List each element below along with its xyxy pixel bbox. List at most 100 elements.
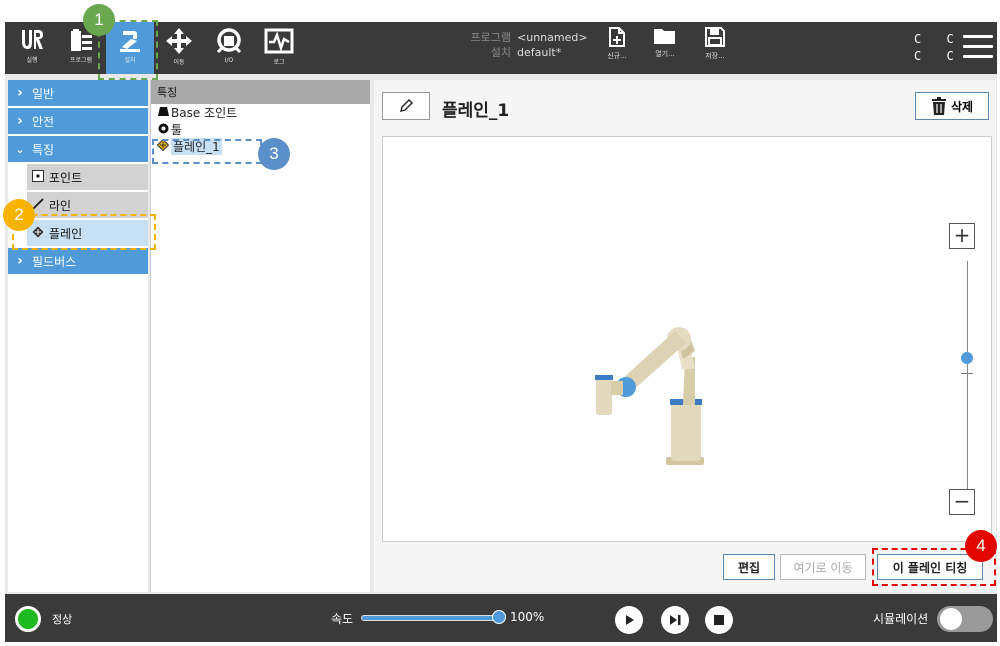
control-indicator: C C C C	[914, 31, 963, 65]
status-text: 정상	[52, 613, 73, 626]
save-label: 저장...	[705, 52, 725, 60]
program-value: <unnamed>	[517, 31, 588, 44]
nav-log-button[interactable]: 로그	[255, 22, 303, 74]
chevron-right-icon: ›	[17, 253, 23, 269]
trash-icon	[931, 97, 946, 115]
tree-item-label: 툴	[171, 123, 183, 137]
top-toolbar: 실행 프로그램 설치 이동 I/O 로그 프로그램 <unnamed> 설치 d…	[5, 22, 997, 74]
open-button[interactable]: 열기...	[645, 26, 685, 70]
move-here-button[interactable]: 여기로 이동	[780, 554, 866, 580]
hamburger-icon	[963, 35, 993, 38]
sidebar: › 일반 › 안전 ⌄ 특징 포인트 라인 플레인 › 필드버스	[8, 80, 148, 592]
installation-value: default*	[517, 46, 562, 59]
nav-installation-label: 설치	[124, 57, 136, 64]
robot-arm-model	[595, 327, 704, 465]
simulation-toggle[interactable]	[937, 606, 993, 632]
nav-io-label: I/O	[224, 57, 234, 64]
app-window: 실행 프로그램 설치 이동 I/O 로그 프로그램 <unnamed> 설치 d…	[0, 0, 1000, 646]
sidebar-item-label: 필드버스	[32, 254, 77, 269]
pencil-icon	[400, 99, 413, 112]
ur-logo-icon	[22, 30, 43, 49]
edit-button[interactable]: 편집	[723, 554, 775, 580]
sidebar-item-general[interactable]: › 일반	[8, 80, 148, 106]
point-icon	[27, 169, 49, 185]
tree-item-tool[interactable]: 툴	[151, 121, 370, 138]
save-button[interactable]: 저장...	[695, 26, 735, 70]
sidebar-subitem-label: 플레인	[49, 226, 83, 241]
new-file-label: 신규...	[607, 52, 627, 60]
3d-robot-view[interactable]: + −	[382, 136, 992, 542]
speed-slider-handle[interactable]	[492, 610, 506, 624]
cc-top: C C	[914, 32, 963, 46]
play-icon	[626, 615, 634, 625]
chevron-right-icon: ›	[17, 113, 23, 129]
delete-label: 삭제	[950, 99, 974, 114]
step-button[interactable]	[661, 606, 689, 634]
tree-item-base-joint[interactable]: Base 조인트	[151, 104, 370, 121]
feature-tree-header: 특징	[151, 80, 370, 104]
sidebar-subitem-line[interactable]: 라인	[27, 192, 148, 218]
plane-icon	[155, 138, 171, 154]
open-folder-icon	[654, 29, 675, 44]
stop-button[interactable]	[705, 606, 733, 634]
speed-label: 속도	[331, 612, 354, 626]
zoom-slider-handle[interactable]	[961, 352, 973, 364]
tree-item-label: 플레인_1	[171, 138, 222, 155]
sidebar-item-label: 특징	[32, 142, 55, 157]
menu-button[interactable]	[963, 35, 993, 59]
new-file-icon	[609, 27, 625, 47]
io-icon	[216, 28, 242, 54]
rename-button[interactable]	[382, 92, 430, 120]
sidebar-item-label: 안전	[32, 114, 55, 129]
nav-log-label: 로그	[273, 59, 285, 66]
stop-icon	[714, 615, 724, 625]
sidebar-item-fieldbus[interactable]: › 필드버스	[8, 248, 148, 274]
zoom-slider-tick	[961, 373, 973, 374]
nav-move-button[interactable]: 이동	[155, 22, 203, 74]
base-icon	[155, 106, 171, 119]
page-title: 플레인_1	[442, 101, 510, 121]
toggle-knob	[940, 608, 962, 630]
save-icon	[705, 27, 725, 47]
nav-installation-button[interactable]: 설치	[106, 22, 154, 74]
sidebar-item-safety[interactable]: › 안전	[8, 108, 148, 134]
play-button[interactable]	[615, 606, 643, 634]
program-key: 프로그램	[470, 31, 511, 44]
chevron-right-icon: ›	[17, 85, 23, 101]
zoom-slider-track[interactable]	[967, 261, 968, 489]
installation-key: 설치	[490, 46, 511, 59]
nav-run-button[interactable]: 실행	[8, 22, 56, 74]
installation-icon	[120, 31, 140, 52]
speed-value: 100%	[510, 610, 545, 624]
teach-plane-button[interactable]: 이 플레인 티칭	[877, 554, 983, 580]
zoom-in-button[interactable]: +	[949, 223, 975, 249]
annotation-marker-2: 2	[3, 199, 35, 231]
tree-item-label: Base 조인트	[171, 106, 238, 120]
nav-program-label: 프로그램	[69, 57, 93, 64]
new-file-button[interactable]: 신규...	[597, 26, 637, 70]
chevron-down-icon: ⌄	[15, 142, 25, 156]
annotation-marker-4: 4	[965, 530, 997, 562]
program-info: 프로그램 <unnamed> 설치 default*	[465, 30, 588, 60]
sidebar-subitem-label: 라인	[49, 198, 72, 213]
status-indicator-icon[interactable]	[15, 606, 41, 632]
sidebar-subitem-point[interactable]: 포인트	[27, 164, 148, 190]
cc-bottom: C C	[914, 49, 963, 63]
plane-icon	[27, 226, 49, 241]
zoom-out-button[interactable]: −	[949, 489, 975, 515]
feature-editor: 플레인_1 삭제 + − 편집 여기로 이동 이 플레인 티칭	[374, 80, 996, 592]
sidebar-subitem-label: 포인트	[49, 170, 83, 185]
sidebar-item-features[interactable]: ⌄ 특징	[8, 136, 148, 162]
speed-slider-track[interactable]	[361, 615, 501, 621]
log-icon	[264, 28, 294, 54]
sidebar-subitem-plane[interactable]: 플레인	[27, 220, 148, 246]
open-label: 열기...	[655, 50, 675, 58]
delete-button[interactable]: 삭제	[915, 92, 989, 120]
move-icon	[166, 28, 192, 54]
simulation-label: 시뮬레이션	[873, 612, 929, 626]
step-icon	[670, 615, 681, 625]
nav-run-label: 실행	[26, 57, 38, 64]
nav-io-button[interactable]: I/O	[205, 22, 253, 74]
tool-icon	[155, 123, 171, 137]
annotation-marker-3: 3	[258, 138, 290, 170]
